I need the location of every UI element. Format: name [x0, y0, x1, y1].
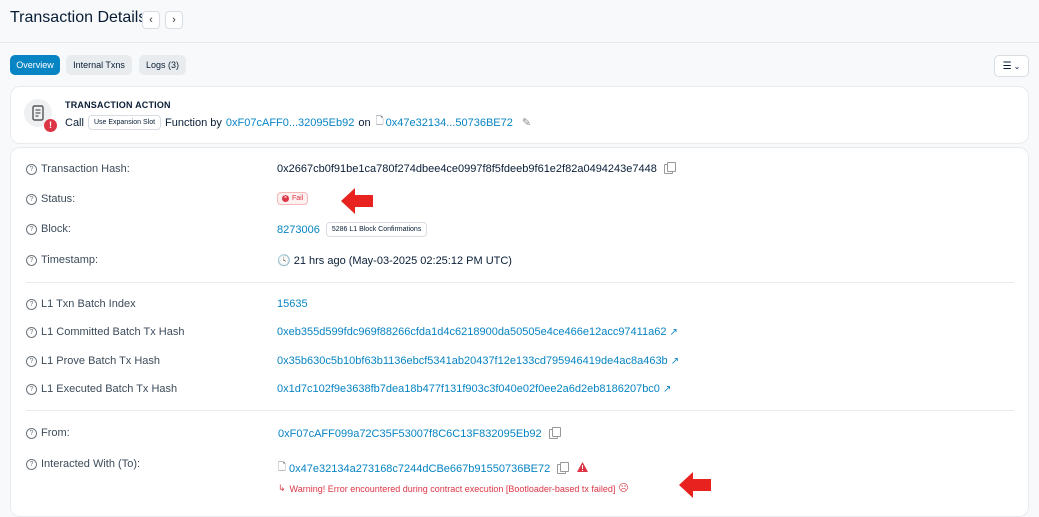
- block-label: ? Block:: [26, 223, 71, 235]
- external-link-icon[interactable]: ↗: [669, 327, 677, 338]
- timestamp-row: 🕓 21 hrs ago (May-03-2025 02:25:12 PM UTC…: [277, 254, 512, 268]
- prove-row: 0x35b630c5b10bf63b1136ebcf5341ab20437f12…: [277, 355, 679, 367]
- question-icon: ?: [26, 458, 37, 470]
- tab-logs[interactable]: Logs (3): [139, 55, 186, 75]
- committed-label-text: L1 Committed Batch Tx Hash: [41, 326, 185, 338]
- chevron-left-icon: ‹: [149, 14, 153, 26]
- next-button[interactable]: ›: [165, 11, 183, 29]
- batch-index-label: ? L1 Txn Batch Index: [26, 298, 136, 310]
- action-on: on: [358, 116, 371, 129]
- chevron-right-icon: ›: [172, 14, 176, 26]
- timestamp-label-text: Timestamp:: [41, 254, 99, 266]
- more-options-button[interactable]: ☰ ⌄: [994, 55, 1029, 77]
- question-icon: ?: [26, 223, 37, 235]
- warning-text: Warning! Error encountered during contra…: [289, 483, 616, 494]
- from-label-text: From:: [41, 427, 70, 439]
- status-label: ? Status:: [26, 193, 75, 205]
- section-divider: [26, 282, 1014, 283]
- batch-index-link[interactable]: 15635: [277, 298, 308, 310]
- copy-icon[interactable]: [548, 427, 561, 439]
- question-icon: ?: [26, 298, 37, 310]
- timestamp-value: 21 hrs ago (May-03-2025 02:25:12 PM UTC): [293, 254, 512, 267]
- executed-row: 0x1d7c102f9e3638fb7dea18b477f131f903c3f0…: [277, 383, 671, 395]
- question-icon: ?: [26, 254, 37, 266]
- tx-hash-label: ? Transaction Hash:: [26, 163, 130, 175]
- executed-link[interactable]: 0x1d7c102f9e3638fb7dea18b477f131f903c3f0…: [277, 383, 660, 395]
- question-icon: ?: [26, 163, 37, 175]
- committed-label: ? L1 Committed Batch Tx Hash: [26, 326, 184, 338]
- error-icon: !: [44, 119, 57, 132]
- chevron-down-icon: ⌄: [1013, 61, 1021, 71]
- from-row: 0xF07cAFF099a72C35F53007f8C6C13F832095Eb…: [278, 427, 561, 440]
- section-divider: [26, 410, 1014, 411]
- to-label-text: Interacted With (To):: [41, 458, 141, 470]
- copy-icon[interactable]: [663, 162, 676, 174]
- tx-hash-row: 0x2667cb0f91be1ca780f274dbee4ce0997f8f5f…: [277, 162, 676, 175]
- header-divider: [0, 42, 1039, 43]
- page-title: Transaction Details: [10, 9, 147, 26]
- x-circle-icon: ×: [282, 195, 289, 202]
- executed-label-text: L1 Executed Batch Tx Hash: [41, 383, 178, 395]
- method-badge: Use Expansion Slot: [87, 115, 162, 130]
- to-label: ? Interacted With (To):: [26, 458, 140, 470]
- question-icon: ?: [26, 326, 37, 338]
- from-link[interactable]: 0xF07cAFF099a72C35F53007f8C6C13F832095Eb…: [278, 428, 542, 440]
- pencil-icon[interactable]: ✎: [522, 116, 531, 129]
- sad-face-icon: ☹: [618, 483, 629, 494]
- action-to-link[interactable]: 0x47e32134...50736BE72: [386, 117, 513, 129]
- subdirectory-arrow-icon: ↳: [278, 483, 286, 493]
- block-label-text: Block:: [41, 223, 71, 235]
- batch-index-label-text: L1 Txn Batch Index: [41, 298, 136, 310]
- question-icon: ?: [26, 383, 37, 395]
- committed-link[interactable]: 0xeb355d599fdc969f88266cfda1d4c6218900da…: [277, 326, 666, 338]
- prove-label-text: L1 Prove Batch Tx Hash: [41, 355, 161, 367]
- external-link-icon[interactable]: ↗: [663, 384, 671, 395]
- tx-hash-label-text: Transaction Hash:: [41, 163, 130, 175]
- executed-label: ? L1 Executed Batch Tx Hash: [26, 383, 177, 395]
- copy-icon[interactable]: [557, 461, 570, 474]
- prev-button[interactable]: ‹: [142, 11, 160, 29]
- tab-overview[interactable]: Overview: [10, 55, 60, 75]
- warning-triangle-icon: [577, 462, 589, 475]
- action-function-by: Function by: [165, 116, 222, 129]
- timestamp-label: ? Timestamp:: [26, 254, 98, 266]
- external-link-icon[interactable]: ↗: [671, 356, 679, 367]
- status-badge: × Fail: [277, 192, 309, 205]
- from-label: ? From:: [26, 427, 70, 439]
- contract-file-icon: 🗋: [278, 462, 287, 473]
- list-icon: ☰: [1002, 60, 1012, 72]
- block-link[interactable]: 8273006: [277, 224, 320, 236]
- question-icon: ?: [26, 427, 37, 439]
- tx-hash-value: 0x2667cb0f91be1ca780f274dbee4ce0997f8f5f…: [277, 163, 657, 175]
- action-from-link[interactable]: 0xF07cAFF0...32095Eb92: [226, 117, 354, 129]
- to-link[interactable]: 0x47e32134a273168c7244dCBe667b91550736BE…: [289, 463, 550, 475]
- prove-label: ? L1 Prove Batch Tx Hash: [26, 355, 160, 367]
- block-row: 8273006 5286 L1 Block Confirmations: [277, 222, 428, 237]
- to-row: 🗋 0x47e32134a273168c7244dCBe667b91550736…: [278, 460, 589, 477]
- action-heading: TRANSACTION ACTION: [65, 100, 171, 110]
- question-icon: ?: [26, 355, 37, 367]
- question-icon: ?: [26, 193, 37, 205]
- red-arrow-warning: [679, 472, 711, 498]
- committed-row: 0xeb355d599fdc969f88266cfda1d4c6218900da…: [277, 326, 678, 338]
- block-confirmations-badge: 5286 L1 Block Confirmations: [325, 222, 428, 237]
- tab-internal-txns[interactable]: Internal Txns: [66, 55, 132, 75]
- prove-link[interactable]: 0x35b630c5b10bf63b1136ebcf5341ab20437f12…: [277, 355, 668, 367]
- status-value: Fail: [292, 195, 304, 202]
- status-label-text: Status:: [41, 193, 76, 205]
- contract-file-icon: 🗋: [375, 116, 384, 127]
- red-arrow-status: [341, 188, 373, 214]
- action-call: Call: [65, 116, 84, 129]
- execution-warning: ↳ Warning! Error encountered during cont…: [278, 483, 629, 494]
- clock-icon: 🕓: [277, 255, 291, 267]
- action-summary: Call Use Expansion Slot Function by 0xF0…: [65, 114, 531, 131]
